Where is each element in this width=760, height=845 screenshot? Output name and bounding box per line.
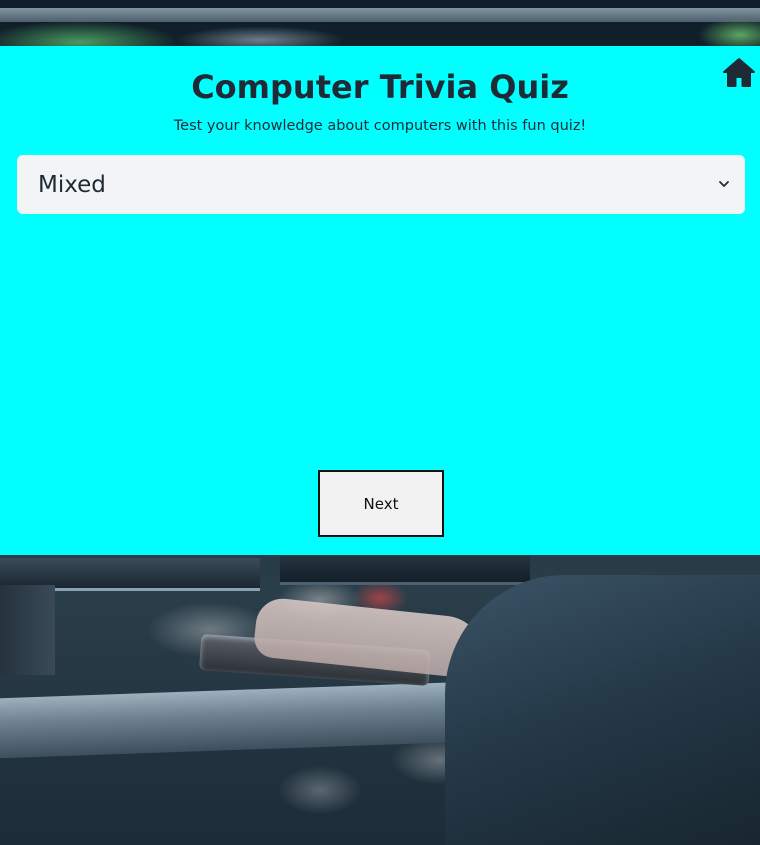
quiz-panel: Computer Trivia Quiz Test your knowledge… bbox=[0, 46, 760, 555]
background-monitor-center bbox=[280, 556, 530, 585]
category-select[interactable]: Mixed bbox=[17, 155, 745, 214]
background-sleeve bbox=[445, 575, 760, 845]
category-select-value: Mixed bbox=[38, 171, 106, 198]
page-title: Computer Trivia Quiz bbox=[191, 68, 569, 106]
background-desk bbox=[0, 681, 470, 759]
background-post bbox=[0, 585, 55, 675]
chevron-down-icon bbox=[719, 181, 729, 187]
page-subtitle: Test your knowledge about computers with… bbox=[173, 118, 587, 134]
next-button[interactable]: Next bbox=[318, 470, 444, 537]
background-monitor-bezel bbox=[0, 8, 760, 22]
